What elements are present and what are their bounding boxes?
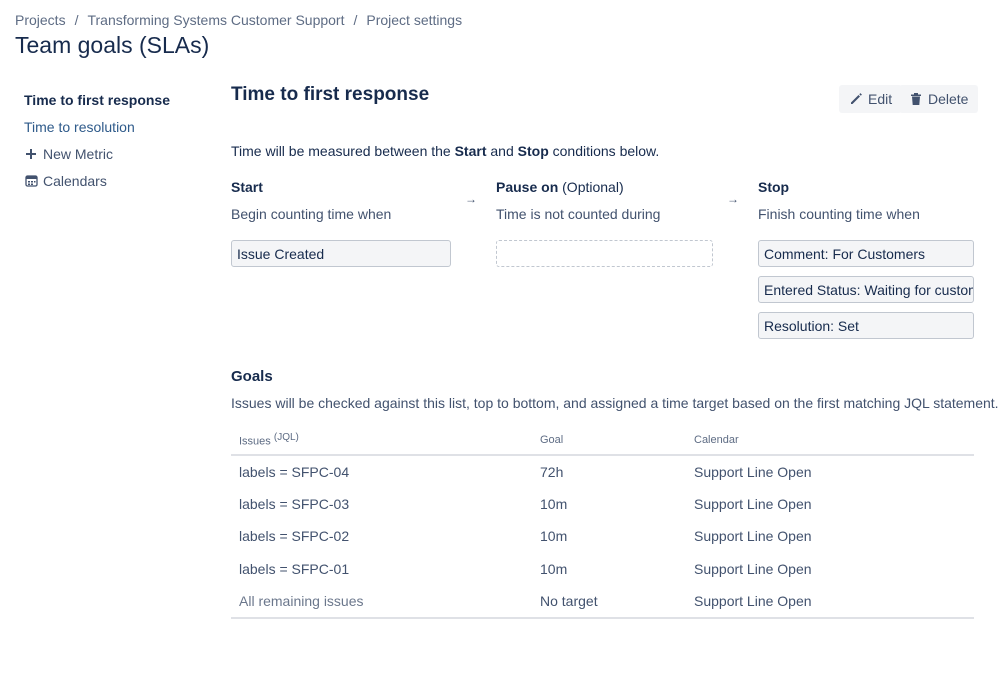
edit-button[interactable]: Edit: [839, 85, 903, 113]
intro-start: Start: [454, 143, 487, 159]
cell-goal: 10m: [540, 495, 568, 512]
stop-subtext: Finish counting time when: [758, 206, 920, 222]
column-header-sup: (JQL): [273, 431, 299, 443]
edit-button-label: Edit: [868, 91, 893, 107]
intro-text: Time will be measured between the: [231, 143, 451, 159]
sidebar-item-label: Time to first response: [24, 91, 171, 108]
cell-calendar: Support Line Open: [694, 495, 812, 512]
column-header-label: Issues: [239, 435, 271, 448]
metric-title: Time to first response: [231, 84, 430, 105]
sidebar-item-time-to-first-response[interactable]: Time to first response: [24, 86, 204, 113]
cell-goal: 10m: [540, 560, 568, 577]
intro-text: conditions below.: [552, 143, 660, 159]
goals-title: Goals: [231, 368, 273, 385]
start-subtext: Begin counting time when: [231, 206, 392, 222]
calendar-icon: [24, 174, 38, 188]
cell-goal: 72h: [540, 463, 564, 480]
pause-heading-label: Pause on: [496, 179, 559, 195]
goals-description: Issues will be checked against this list…: [231, 395, 998, 411]
column-header-goal: Goal: [532, 425, 686, 456]
arrow-icon: →: [727, 192, 739, 206]
stop-condition[interactable]: Entered Status: Waiting for customer: [758, 276, 974, 303]
table-row[interactable]: labels = SFPC-04 72h Support Line Open: [231, 455, 974, 488]
pencil-icon: [849, 92, 863, 106]
intro-stop: Stop: [517, 143, 549, 159]
delete-button[interactable]: Delete: [899, 85, 979, 113]
trash-icon: [909, 92, 923, 106]
sidebar-item-label: New Metric: [43, 145, 114, 162]
pause-heading: Pause on (Optional): [496, 179, 624, 195]
cell-calendar: Support Line Open: [694, 560, 812, 577]
sidebar-item-time-to-resolution[interactable]: Time to resolution: [24, 113, 204, 140]
breadcrumb: Projects / Transforming Systems Customer S…: [15, 12, 462, 28]
breadcrumb-separator: /: [74, 12, 79, 28]
goals-table: Issues (JQL) Goal Calendar labels = SFPC…: [231, 425, 974, 619]
table-row[interactable]: labels = SFPC-03 10m Support Line Open: [231, 488, 974, 521]
pause-condition-dropzone[interactable]: [496, 240, 713, 267]
cell-issues: labels = SFPC-02: [239, 528, 350, 545]
delete-button-label: Delete: [928, 91, 969, 107]
arrow-icon: →: [465, 192, 477, 206]
sidebar-item-calendars[interactable]: Calendars: [24, 167, 204, 194]
pause-subtext: Time is not counted during: [496, 206, 661, 222]
stop-condition[interactable]: Resolution: Set: [758, 312, 974, 339]
cell-issues: All remaining issues: [231, 585, 532, 619]
stop-heading: Stop: [758, 179, 790, 195]
sidebar-item-label: Time to resolution: [24, 118, 135, 135]
breadcrumb-project[interactable]: Transforming Systems Customer Support: [87, 12, 344, 28]
table-row[interactable]: labels = SFPC-02 10m Support Line Open: [231, 520, 974, 553]
stop-condition[interactable]: Comment: For Customers: [758, 240, 974, 267]
cell-issues: labels = SFPC-04: [239, 463, 350, 480]
cell-issues: labels = SFPC-01: [239, 560, 350, 577]
pause-optional-label: (Optional): [562, 179, 624, 195]
page-title: Team goals (SLAs): [15, 32, 210, 58]
breadcrumb-projects[interactable]: Projects: [15, 12, 66, 28]
sidebar-item-new-metric[interactable]: New Metric: [24, 140, 204, 167]
cell-goal: 10m: [540, 528, 568, 545]
column-header-calendar: Calendar: [686, 425, 974, 456]
start-condition[interactable]: Issue Created: [231, 240, 451, 267]
table-header-row: Issues (JQL) Goal Calendar: [231, 425, 974, 456]
column-header-issues: Issues (JQL): [231, 425, 532, 456]
sidebar: Time to first response Time to resolutio…: [24, 86, 204, 194]
cell-calendar: Support Line Open: [694, 463, 812, 480]
sidebar-item-label: Calendars: [43, 172, 107, 189]
measurement-intro: Time will be measured between the Start …: [231, 143, 659, 159]
breadcrumb-separator: /: [353, 12, 358, 28]
plus-icon: [24, 147, 38, 161]
breadcrumb-project-settings[interactable]: Project settings: [366, 12, 462, 28]
table-row[interactable]: labels = SFPC-01 10m Support Line Open: [231, 553, 974, 586]
cell-goal: No target: [532, 585, 686, 619]
cell-calendar: Support Line Open: [694, 528, 812, 545]
intro-text: and: [490, 143, 514, 159]
table-row[interactable]: All remaining issues No target Support L…: [231, 585, 974, 619]
cell-calendar: Support Line Open: [686, 585, 974, 619]
start-heading: Start: [231, 179, 263, 195]
cell-issues: labels = SFPC-03: [239, 495, 350, 512]
